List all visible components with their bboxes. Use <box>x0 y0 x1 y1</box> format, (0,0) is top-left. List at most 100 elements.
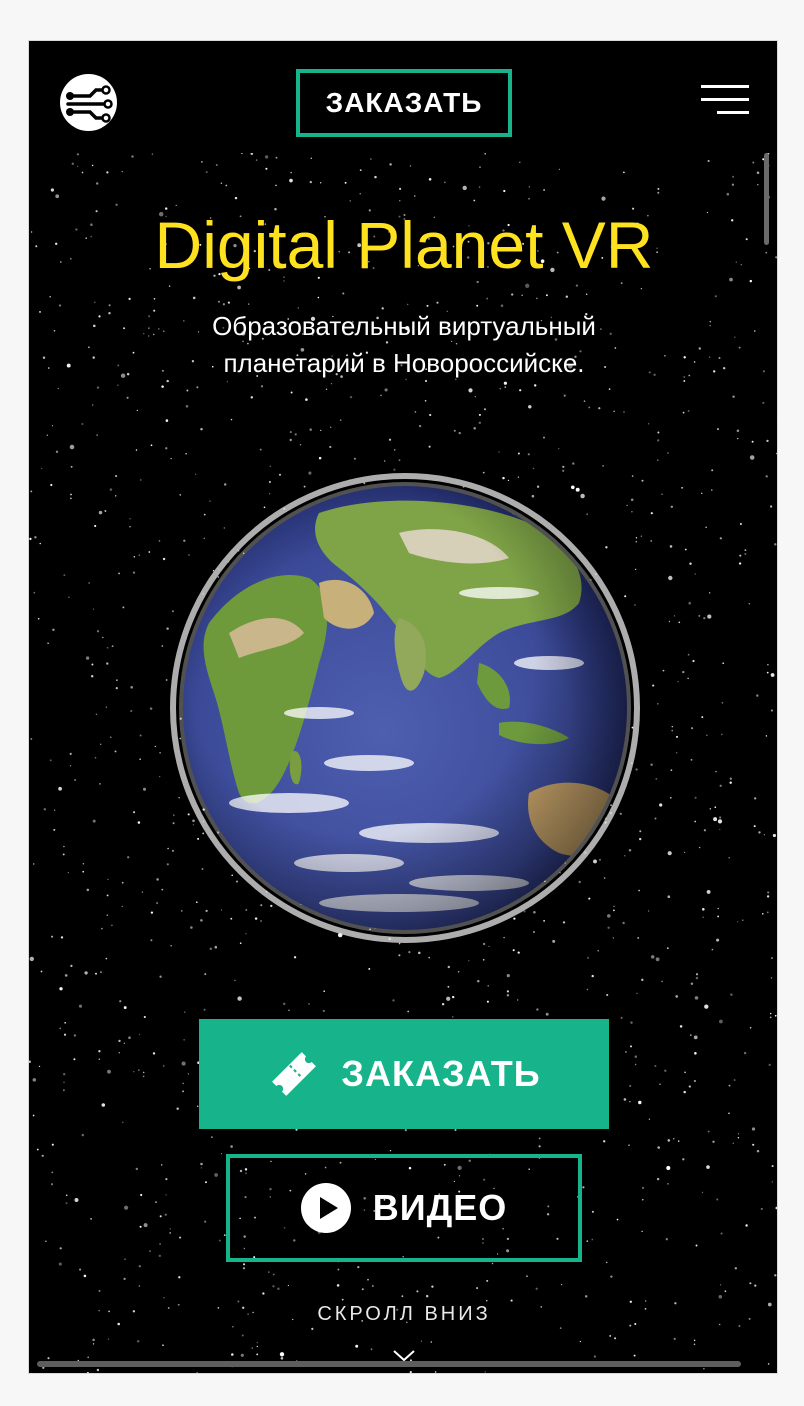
star <box>756 1149 760 1153</box>
star <box>452 995 455 999</box>
star <box>250 153 254 156</box>
star <box>473 427 476 430</box>
star <box>683 380 686 382</box>
star <box>114 750 117 753</box>
star <box>703 617 706 620</box>
star <box>659 1083 661 1085</box>
star <box>29 956 34 962</box>
star <box>320 429 322 432</box>
star <box>94 301 96 303</box>
star <box>143 1223 148 1228</box>
star <box>624 1050 627 1053</box>
hamburger-menu-icon[interactable] <box>697 85 749 117</box>
star <box>441 1003 445 1006</box>
star <box>179 1236 182 1239</box>
star <box>543 189 545 191</box>
page-title: Digital Planet VR <box>154 208 654 282</box>
star <box>713 370 716 373</box>
star <box>74 779 77 781</box>
star <box>454 1128 457 1132</box>
star <box>128 297 131 301</box>
star <box>657 191 660 194</box>
star <box>673 1337 676 1341</box>
star <box>107 878 109 881</box>
star <box>165 1178 168 1181</box>
star <box>742 919 744 921</box>
star <box>150 939 153 942</box>
star <box>774 1014 777 1017</box>
star <box>170 457 172 460</box>
star <box>757 183 759 186</box>
star <box>275 184 277 187</box>
vertical-scrollbar[interactable] <box>764 153 769 245</box>
star <box>716 938 720 942</box>
star <box>585 293 588 296</box>
star <box>368 967 371 970</box>
star <box>117 364 120 367</box>
star <box>616 1218 619 1221</box>
star <box>85 656 90 660</box>
star <box>482 942 486 946</box>
star <box>636 992 638 995</box>
star <box>290 391 293 394</box>
star <box>106 646 109 649</box>
star <box>98 315 101 318</box>
star <box>671 725 674 728</box>
star <box>29 537 32 541</box>
star <box>139 734 142 737</box>
star <box>256 1345 259 1348</box>
star <box>272 1273 275 1276</box>
star <box>122 1121 124 1124</box>
star <box>214 945 218 949</box>
star <box>634 1063 637 1066</box>
star <box>668 575 673 581</box>
star <box>105 706 108 708</box>
star <box>183 1011 186 1013</box>
star <box>323 990 325 992</box>
star <box>534 384 537 387</box>
star <box>486 1299 488 1302</box>
star <box>64 974 68 977</box>
star <box>114 495 117 497</box>
star <box>499 387 502 390</box>
star <box>282 1002 286 1006</box>
star <box>142 1071 145 1074</box>
star <box>162 1344 164 1347</box>
star <box>30 490 33 493</box>
star <box>484 153 487 155</box>
star <box>476 304 479 307</box>
star <box>260 385 264 388</box>
order-button-header[interactable]: ЗАКАЗАТЬ <box>296 69 512 137</box>
scroll-down-hint[interactable]: СКРОЛЛ ВНИЗ <box>29 1303 777 1326</box>
star <box>230 418 233 421</box>
star <box>667 851 672 856</box>
star <box>211 1136 213 1138</box>
star <box>289 438 292 442</box>
star <box>536 297 538 300</box>
star <box>181 1061 186 1066</box>
star <box>70 964 73 968</box>
star <box>711 469 714 472</box>
horizontal-scrollbar[interactable] <box>37 1361 741 1367</box>
star <box>148 551 151 553</box>
star <box>776 452 777 455</box>
star <box>218 300 220 303</box>
star <box>81 1133 85 1137</box>
star <box>718 357 721 359</box>
star <box>96 434 98 436</box>
star <box>609 1334 612 1337</box>
circuit-logo-icon[interactable] <box>60 74 117 131</box>
star <box>182 1090 185 1093</box>
star <box>601 196 606 201</box>
star <box>132 351 135 354</box>
star <box>339 419 342 421</box>
order-button[interactable]: ЗАКАЗАТЬ <box>199 1019 609 1129</box>
star <box>701 716 704 719</box>
star <box>222 303 225 306</box>
video-button[interactable]: ВИДЕО <box>226 1154 582 1262</box>
star <box>679 1025 683 1028</box>
star <box>434 1371 437 1373</box>
star <box>91 164 94 167</box>
star <box>40 970 43 973</box>
star <box>247 303 250 305</box>
